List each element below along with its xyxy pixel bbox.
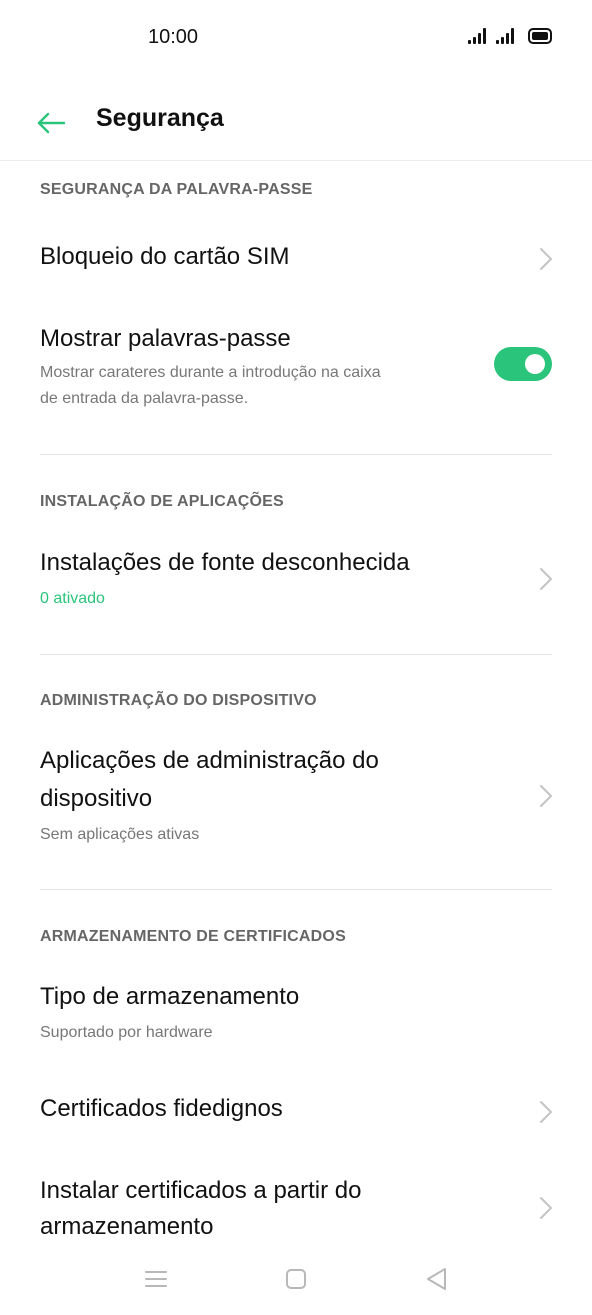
show-passwords-title: Mostrar palavras-passe — [40, 325, 291, 352]
menu-icon — [145, 1271, 167, 1287]
section-header-certificates: ARMAZENAMENTO DE CERTIFICADOS — [40, 928, 346, 945]
sim-lock-row[interactable]: Bloqueio do cartão SIM — [0, 231, 592, 287]
admin-apps-title-line2: dispositivo — [40, 785, 153, 812]
section-header-device-admin: ADMINISTRAÇÃO DO DISPOSITIVO — [40, 692, 317, 709]
admin-apps-title-line1: Aplicações de administração do — [40, 747, 379, 774]
status-time: 10:00 — [148, 26, 199, 48]
admin-apps-row[interactable]: Aplicações de administração do dispositi… — [0, 739, 592, 859]
signal-icon — [496, 28, 514, 44]
divider — [40, 654, 552, 655]
chevron-right-icon — [540, 1101, 552, 1123]
show-passwords-subtitle-line2: de entrada da palavra-passe. — [40, 390, 249, 407]
arrow-left-icon — [37, 112, 66, 134]
navigation-bar — [0, 1250, 592, 1315]
divider — [40, 454, 552, 455]
sim-lock-title: Bloqueio do cartão SIM — [40, 243, 290, 270]
show-passwords-toggle[interactable] — [494, 347, 552, 381]
chevron-right-icon — [540, 1197, 552, 1219]
install-certificates-title-line1: Instalar certificados a partir do — [40, 1177, 362, 1204]
unknown-sources-title: Instalações de fonte desconhecida — [40, 549, 410, 576]
unknown-sources-subtitle: 0 ativado — [40, 590, 105, 607]
storage-type-subtitle: Suportado por hardware — [40, 1024, 213, 1041]
show-passwords-row[interactable]: Mostrar palavras-passe Mostrar carateres… — [0, 317, 592, 417]
storage-type-row[interactable]: Tipo de armazenamento Suportado por hard… — [0, 975, 592, 1055]
trusted-certificates-row[interactable]: Certificados fidedignos — [0, 1085, 592, 1141]
install-certificates-row[interactable]: Instalar certificados a partir do armaze… — [0, 1171, 592, 1251]
status-bar: 10:00 — [0, 0, 592, 76]
install-certificates-title-line2: armazenamento — [40, 1213, 214, 1240]
recents-button[interactable] — [141, 1264, 171, 1294]
storage-type-title: Tipo de armazenamento — [40, 983, 300, 1010]
page-title: Segurança — [96, 104, 224, 132]
chevron-right-icon — [540, 785, 552, 807]
chevron-right-icon — [540, 248, 552, 270]
app-bar: Segurança — [0, 86, 592, 161]
signal-icon — [468, 28, 486, 44]
section-header-password: SEGURANÇA DA PALAVRA-PASSE — [40, 181, 313, 198]
home-square-icon — [286, 1269, 306, 1289]
back-triangle-icon — [427, 1268, 446, 1290]
section-header-app-install: INSTALAÇÃO DE APLICAÇÕES — [40, 493, 284, 510]
chevron-right-icon — [540, 568, 552, 590]
battery-icon — [528, 28, 552, 44]
unknown-sources-row[interactable]: Instalações de fonte desconhecida 0 ativ… — [0, 539, 592, 619]
home-button[interactable] — [281, 1264, 311, 1294]
back-button[interactable] — [34, 106, 68, 140]
trusted-certificates-title: Certificados fidedignos — [40, 1095, 283, 1122]
divider — [40, 889, 552, 890]
admin-apps-subtitle: Sem aplicações ativas — [40, 826, 200, 843]
status-icons — [468, 28, 552, 44]
toggle-knob — [525, 354, 545, 374]
back-nav-button[interactable] — [422, 1264, 452, 1294]
show-passwords-subtitle-line1: Mostrar carateres durante a introdução n… — [40, 364, 381, 381]
